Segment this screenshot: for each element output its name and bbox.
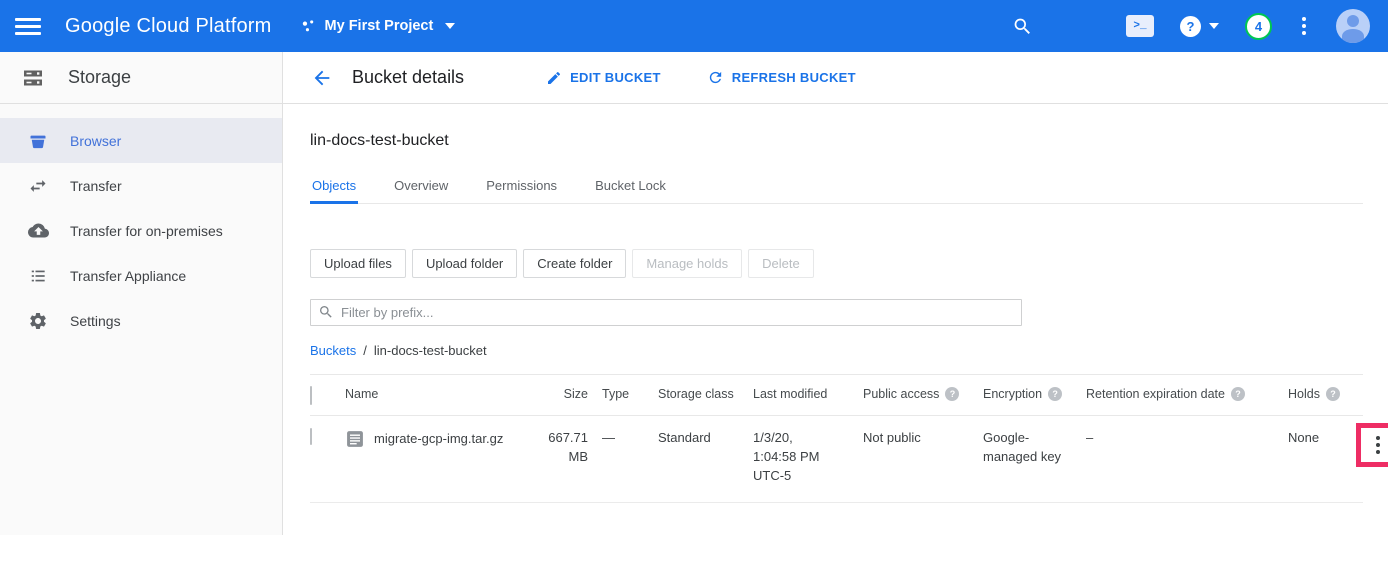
gear-icon [27,310,49,332]
encryption-cell: Google-managed key [983,429,1086,467]
tab-permissions[interactable]: Permissions [484,172,559,203]
storage-product-icon [20,66,46,90]
project-icon [300,18,317,35]
sidebar-item-label: Transfer Appliance [70,268,186,284]
main-content: lin-docs-test-bucket Objects Overview Pe… [283,104,1388,535]
help-icon[interactable]: ? [1048,387,1062,401]
menu-icon[interactable] [15,13,41,39]
column-header-last-modified[interactable]: Last modified [753,387,863,401]
top-navigation-bar: Google Cloud Platform My First Project >… [0,0,1388,52]
bucket-name: lin-docs-test-bucket [310,132,1363,150]
help-icon[interactable]: ? [1231,387,1245,401]
sidebar-item-label: Transfer [70,178,122,194]
sidebar-title: Storage [68,67,131,88]
swap-horiz-icon [27,175,49,197]
page-title: Bucket details [352,67,464,88]
sidebar-header: Storage [0,52,283,103]
column-header-type[interactable]: Type [588,387,658,401]
section-header: Storage Bucket details EDIT BUCKET REFRE… [0,52,1388,104]
topbar-actions: >_ ? 4 [1010,9,1370,43]
breadcrumb-separator: / [363,343,367,358]
object-toolbar: Upload files Upload folder Create folder… [310,249,1363,278]
product-logo: Google Cloud Platform [65,15,272,38]
chevron-down-icon [1209,23,1219,29]
sidebar-item-settings[interactable]: Settings [0,298,282,343]
edit-bucket-button[interactable]: EDIT BUCKET [546,70,661,86]
select-all-checkbox[interactable] [310,386,312,405]
bucket-tabs: Objects Overview Permissions Bucket Lock [310,172,1363,204]
more-options-icon[interactable] [1298,13,1310,39]
type-cell: — [588,429,658,448]
sidebar-item-label: Transfer for on-premises [70,223,223,239]
last-modified-cell: 1/3/20, 1:04:58 PM UTC-5 [753,429,863,486]
column-header-storage-class[interactable]: Storage class [658,387,753,401]
back-arrow-icon[interactable] [310,66,334,90]
page-header: Bucket details EDIT BUCKET REFRESH BUCKE… [283,52,1388,103]
manage-holds-button[interactable]: Manage holds [632,249,742,278]
upload-files-button[interactable]: Upload files [310,249,406,278]
sidebar-item-browser[interactable]: Browser [0,118,282,163]
size-cell: 667.71 MB [540,429,588,467]
sidebar-nav: Browser Transfer Transfer for on-premise… [0,104,283,535]
bucket-icon [27,130,49,152]
search-icon [318,304,334,320]
breadcrumb: Buckets / lin-docs-test-bucket [310,343,1363,358]
upload-folder-button[interactable]: Upload folder [412,249,517,278]
file-icon [345,429,365,449]
sidebar-item-label: Settings [70,313,121,329]
column-header-name[interactable]: Name [345,387,540,401]
tab-overview[interactable]: Overview [392,172,450,203]
column-header-public-access[interactable]: Public access ? [863,387,983,401]
column-header-retention-expiration-date[interactable]: Retention expiration date ? [1086,387,1288,401]
project-picker[interactable]: My First Project [300,18,456,35]
help-icon: ? [1180,16,1201,37]
help-icon[interactable]: ? [945,387,959,401]
object-name-cell: migrate-gcp-img.tar.gz [345,429,540,449]
chevron-down-icon [445,23,455,29]
sidebar-item-transfer-appliance[interactable]: Transfer Appliance [0,253,282,298]
sidebar-item-label: Browser [70,133,121,149]
pencil-icon [546,70,562,86]
filter-by-prefix-input[interactable] [310,299,1022,326]
table-row: migrate-gcp-img.tar.gz 667.71 MB — Stand… [310,416,1363,503]
column-header-encryption[interactable]: Encryption ? [983,387,1086,401]
delete-button[interactable]: Delete [748,249,814,278]
row-actions-cell [1344,429,1363,473]
cloud-upload-icon [27,220,49,242]
row-checkbox[interactable] [310,428,312,445]
create-folder-button[interactable]: Create folder [523,249,626,278]
breadcrumb-current: lin-docs-test-bucket [374,343,487,358]
objects-table-header: Name Size Type Storage class Last modifi… [310,375,1363,416]
column-header-holds[interactable]: Holds ? [1288,387,1344,401]
appliance-list-icon [27,265,49,287]
breadcrumb-buckets-link[interactable]: Buckets [310,343,356,358]
notifications-badge[interactable]: 4 [1245,13,1272,40]
column-header-size[interactable]: Size [540,387,588,401]
row-actions-menu-icon[interactable] [1372,432,1384,458]
sidebar-item-transfer-on-premises[interactable]: Transfer for on-premises [0,208,282,253]
annotation-highlight-box [1356,423,1388,467]
cloud-shell-icon[interactable]: >_ [1126,15,1154,37]
gcp-console: Google Cloud Platform My First Project >… [0,0,1388,579]
storage-class-cell: Standard [658,429,753,448]
avatar[interactable] [1336,9,1370,43]
search-icon[interactable] [1010,14,1034,38]
object-name-link[interactable]: migrate-gcp-img.tar.gz [374,430,503,449]
sidebar-item-transfer[interactable]: Transfer [0,163,282,208]
public-access-cell: Not public [863,429,983,448]
project-name: My First Project [325,18,434,34]
filter-bar [310,299,1022,326]
tab-bucket-lock[interactable]: Bucket Lock [593,172,668,203]
help-icon[interactable]: ? [1326,387,1340,401]
refresh-icon [707,69,724,86]
help-menu[interactable]: ? [1180,16,1219,37]
refresh-bucket-button[interactable]: REFRESH BUCKET [707,69,856,86]
holds-cell: None [1288,429,1344,448]
tab-objects[interactable]: Objects [310,172,358,203]
retention-expiration-cell: – [1086,429,1288,448]
